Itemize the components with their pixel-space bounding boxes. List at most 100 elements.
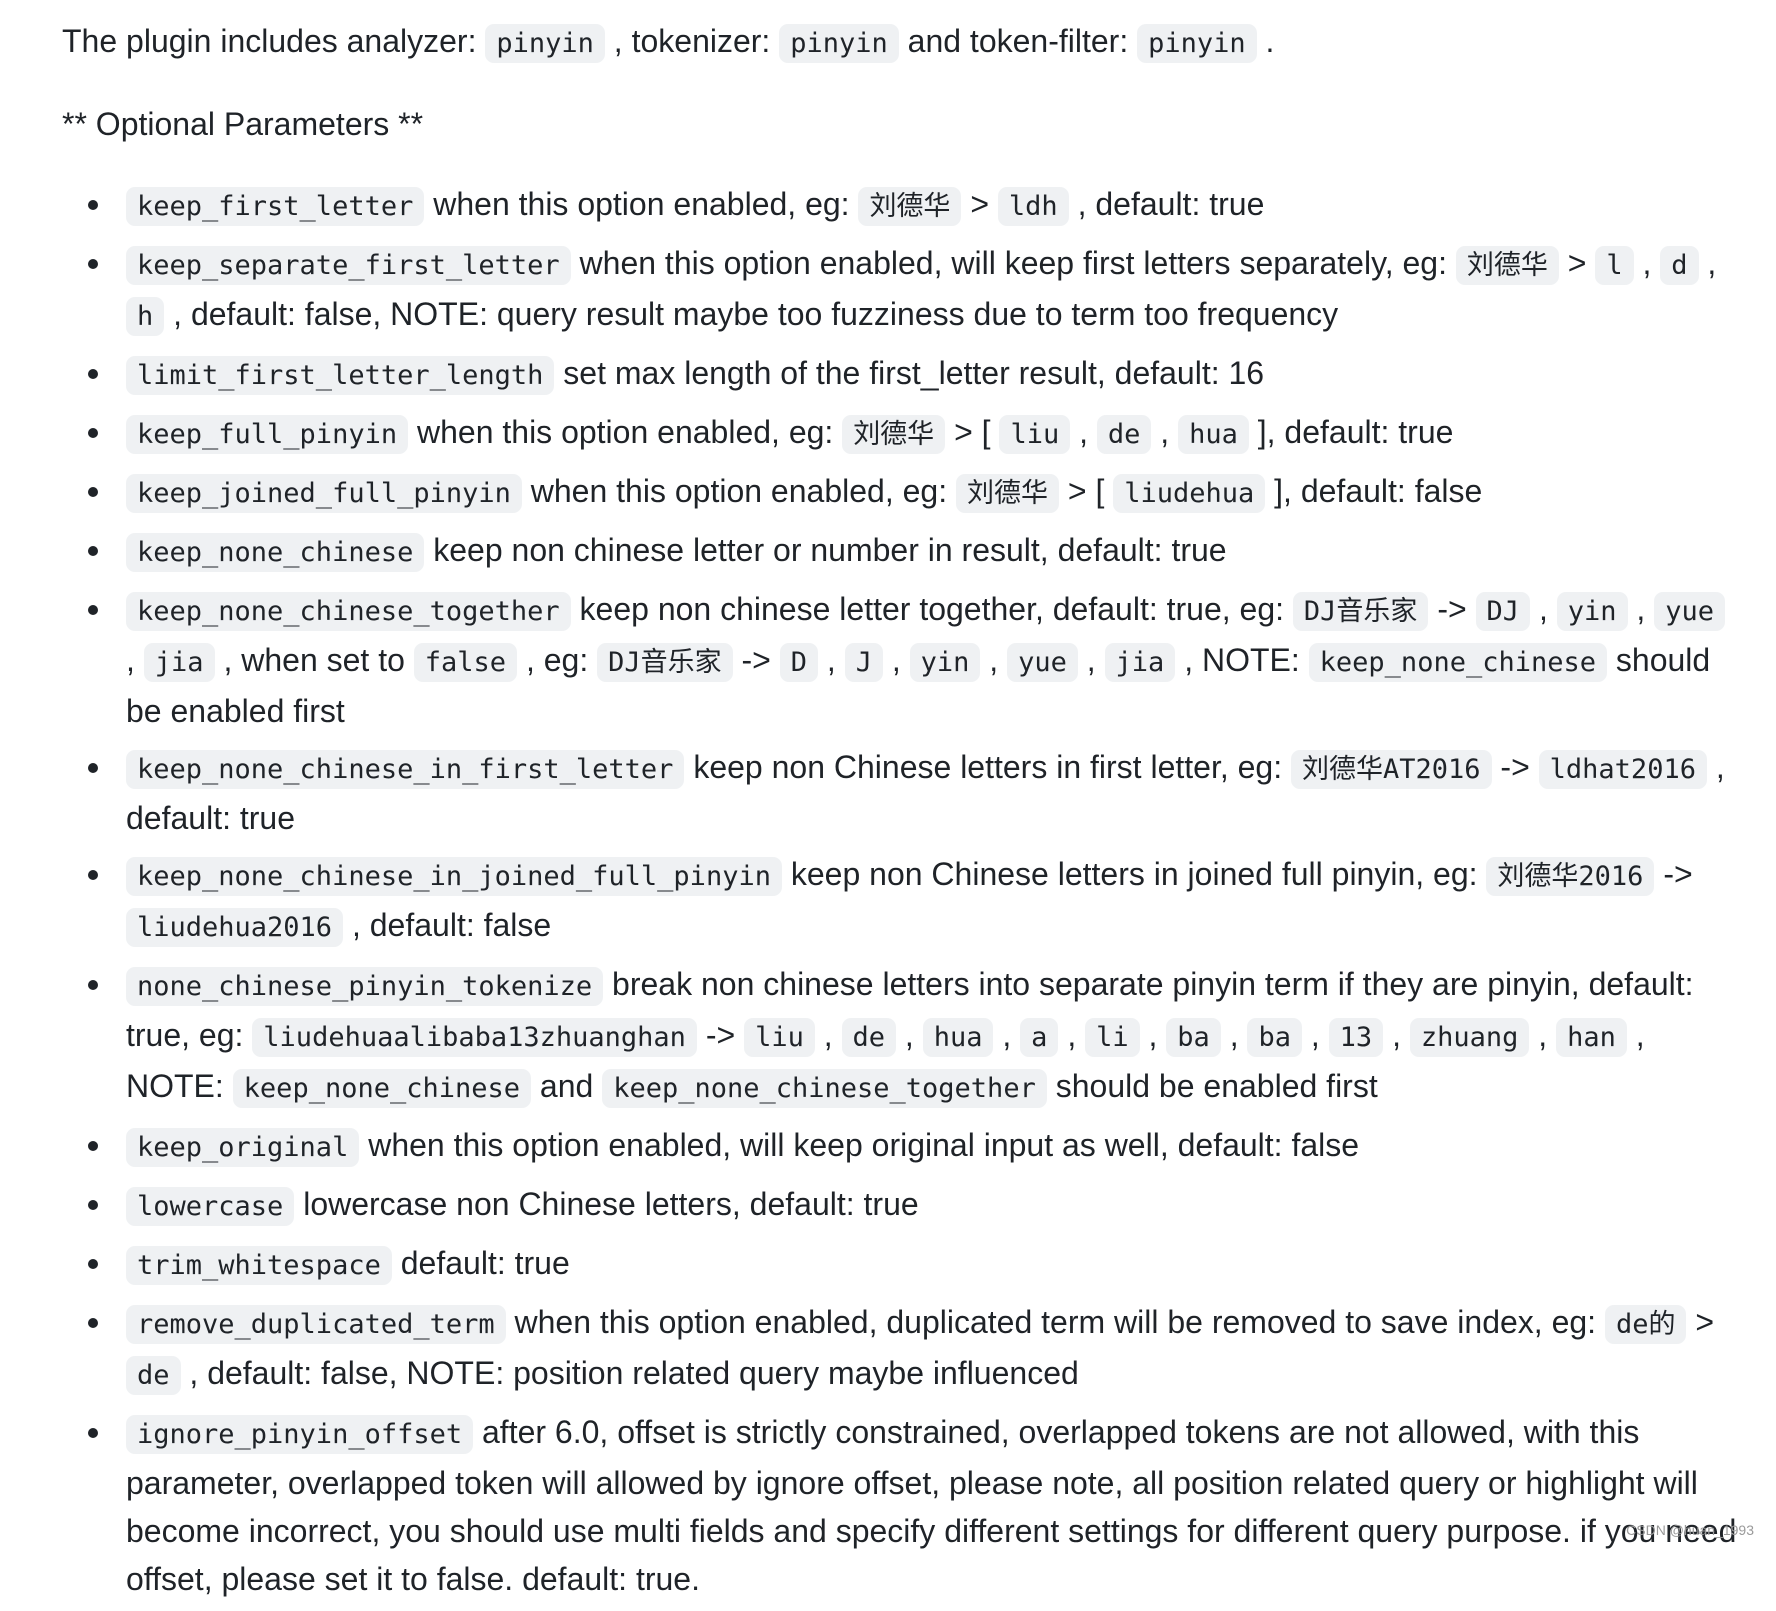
inline-code: de的 [1604, 1305, 1687, 1344]
inline-code: yue [1007, 643, 1078, 682]
text-run: -> [1491, 749, 1539, 785]
text-run: when this option enabled, eg: [408, 414, 843, 450]
text-run: , [1070, 414, 1097, 450]
inline-code: ba [1247, 1018, 1302, 1057]
inline-code: keep_none_chinese_in_first_letter [126, 750, 685, 789]
inline-code: liu [744, 1018, 815, 1057]
inline-code: liudehua [1113, 474, 1266, 513]
text-run: , [882, 642, 910, 678]
inline-code: liu [999, 415, 1071, 454]
inline-code: keep_joined_full_pinyin [126, 474, 522, 513]
inline-code: li [1085, 1018, 1140, 1057]
text-run: , [126, 642, 144, 678]
text-run: , [1529, 1017, 1557, 1053]
text-run: ], default: false [1265, 473, 1483, 509]
text-run: > [ [1058, 473, 1114, 509]
parameter-item-keep-none-chinese-in-joined-full-pinyin: keep_none_chinese_in_joined_full_pinyin … [88, 850, 1742, 952]
parameter-item-ignore-pinyin-offset: ignore_pinyin_offset after 6.0, offset i… [88, 1408, 1742, 1603]
parameter-item-keep-first-letter: keep_first_letter when this option enabl… [88, 180, 1742, 231]
inline-code: de [1096, 415, 1152, 454]
text-run: , [1633, 245, 1661, 281]
text-run: , [1077, 642, 1105, 678]
inline-code: liudehuaalibaba13zhuanghan [252, 1018, 697, 1057]
text-run: , [818, 642, 845, 678]
text-run: , [896, 1017, 923, 1053]
text-run: , [1627, 591, 1655, 627]
text-run: when this option enabled, duplicated ter… [505, 1304, 1605, 1340]
text-run: , [1139, 1017, 1167, 1053]
inline-code: liudehua2016 [126, 908, 344, 947]
text-run: keep non Chinese letters in first letter… [684, 749, 1291, 785]
inline-code: 刘德华 [955, 474, 1059, 513]
text-run: when this option enabled, will keep orig… [359, 1127, 1360, 1163]
text-run: , [814, 1017, 842, 1053]
inline-code: none_chinese_pinyin_tokenize [126, 967, 604, 1006]
inline-code: pinyin [485, 24, 605, 63]
text-run: , [1058, 1017, 1086, 1053]
text-run: keep non chinese letter or number in res… [424, 532, 1227, 568]
text-run: , [1301, 1017, 1329, 1053]
inline-code: d [1660, 246, 1699, 285]
parameter-item-none-chinese-pinyin-tokenize: none_chinese_pinyin_tokenize break non c… [88, 960, 1742, 1113]
text-run: -> [732, 642, 780, 678]
text-run: and [531, 1068, 603, 1104]
text-run: , eg: [517, 642, 598, 678]
inline-code: keep_none_chinese_together [126, 592, 571, 631]
text-run: should be enabled first [1046, 1068, 1378, 1104]
inline-code: hua [1178, 415, 1249, 454]
inline-code: 刘德华 [842, 415, 946, 454]
parameters-list: keep_first_letter when this option enabl… [62, 180, 1742, 1603]
inline-code: ldhat2016 [1538, 750, 1707, 789]
inline-code: h [126, 297, 165, 336]
inline-code: keep_none_chinese [1308, 643, 1607, 682]
text-run: > [ [945, 414, 1000, 450]
text-run: , [1383, 1017, 1410, 1053]
inline-code: ldh [997, 187, 1069, 226]
inline-code: keep_none_chinese_together [602, 1069, 1047, 1108]
inline-code: false [413, 643, 518, 682]
text-run: , [1698, 245, 1717, 281]
inline-code: 13 [1328, 1018, 1384, 1057]
parameter-item-remove-duplicated-term: remove_duplicated_term when this option … [88, 1298, 1742, 1400]
inline-code: keep_full_pinyin [126, 415, 409, 454]
inline-code: yue [1654, 592, 1725, 631]
inline-code: de [841, 1018, 897, 1057]
text-run: > [1686, 1304, 1715, 1340]
text-run: and token-filter: [898, 23, 1138, 59]
text-run: , [980, 642, 1008, 678]
text-run: when this option enabled, eg: [424, 186, 859, 222]
text-run: lowercase non Chinese letters, default: … [294, 1186, 919, 1222]
inline-code: DJ音乐家 [1292, 592, 1429, 631]
inline-code: J [844, 643, 883, 682]
inline-code: DJ [1475, 592, 1531, 631]
text-run: , NOTE: [1175, 642, 1309, 678]
text-run: when this option enabled, will keep firs… [570, 245, 1456, 281]
text-run: The plugin includes analyzer: [62, 23, 486, 59]
inline-code: keep_separate_first_letter [126, 246, 571, 285]
text-run: -> [696, 1017, 745, 1053]
text-run: . [1256, 23, 1275, 59]
inline-code: remove_duplicated_term [126, 1305, 506, 1344]
inline-code: keep_none_chinese_in_joined_full_pinyin [126, 857, 782, 896]
inline-code: han [1556, 1018, 1627, 1057]
inline-code: keep_original [126, 1128, 360, 1167]
inline-code: 刘德华2016 [1486, 857, 1655, 896]
parameter-item-keep-none-chinese-together: keep_none_chinese_together keep non chin… [88, 585, 1742, 735]
inline-code: ba [1166, 1018, 1221, 1057]
inline-code: D [779, 643, 819, 682]
text-run: , [1220, 1017, 1248, 1053]
text-run: , [1530, 591, 1557, 627]
inline-code: 刘德华 [1455, 246, 1559, 285]
inline-code: DJ音乐家 [597, 643, 733, 682]
inline-code: keep_none_chinese [126, 533, 425, 572]
optional-parameters-heading: ** Optional Parameters ** [62, 106, 424, 142]
parameter-item-trim-whitespace: trim_whitespace default: true [88, 1239, 1742, 1290]
watermark: CSDN @huan_1993 [1626, 1522, 1754, 1538]
text-run: , default: false, NOTE: position related… [180, 1355, 1079, 1391]
parameter-item-keep-original: keep_original when this option enabled, … [88, 1121, 1742, 1172]
inline-code: 刘德华AT2016 [1290, 750, 1492, 789]
text-run: , when set to [214, 642, 414, 678]
text-run: , [993, 1017, 1021, 1053]
text-run: set max length of the first_letter resul… [554, 355, 1265, 391]
inline-code: jia [1104, 643, 1176, 682]
